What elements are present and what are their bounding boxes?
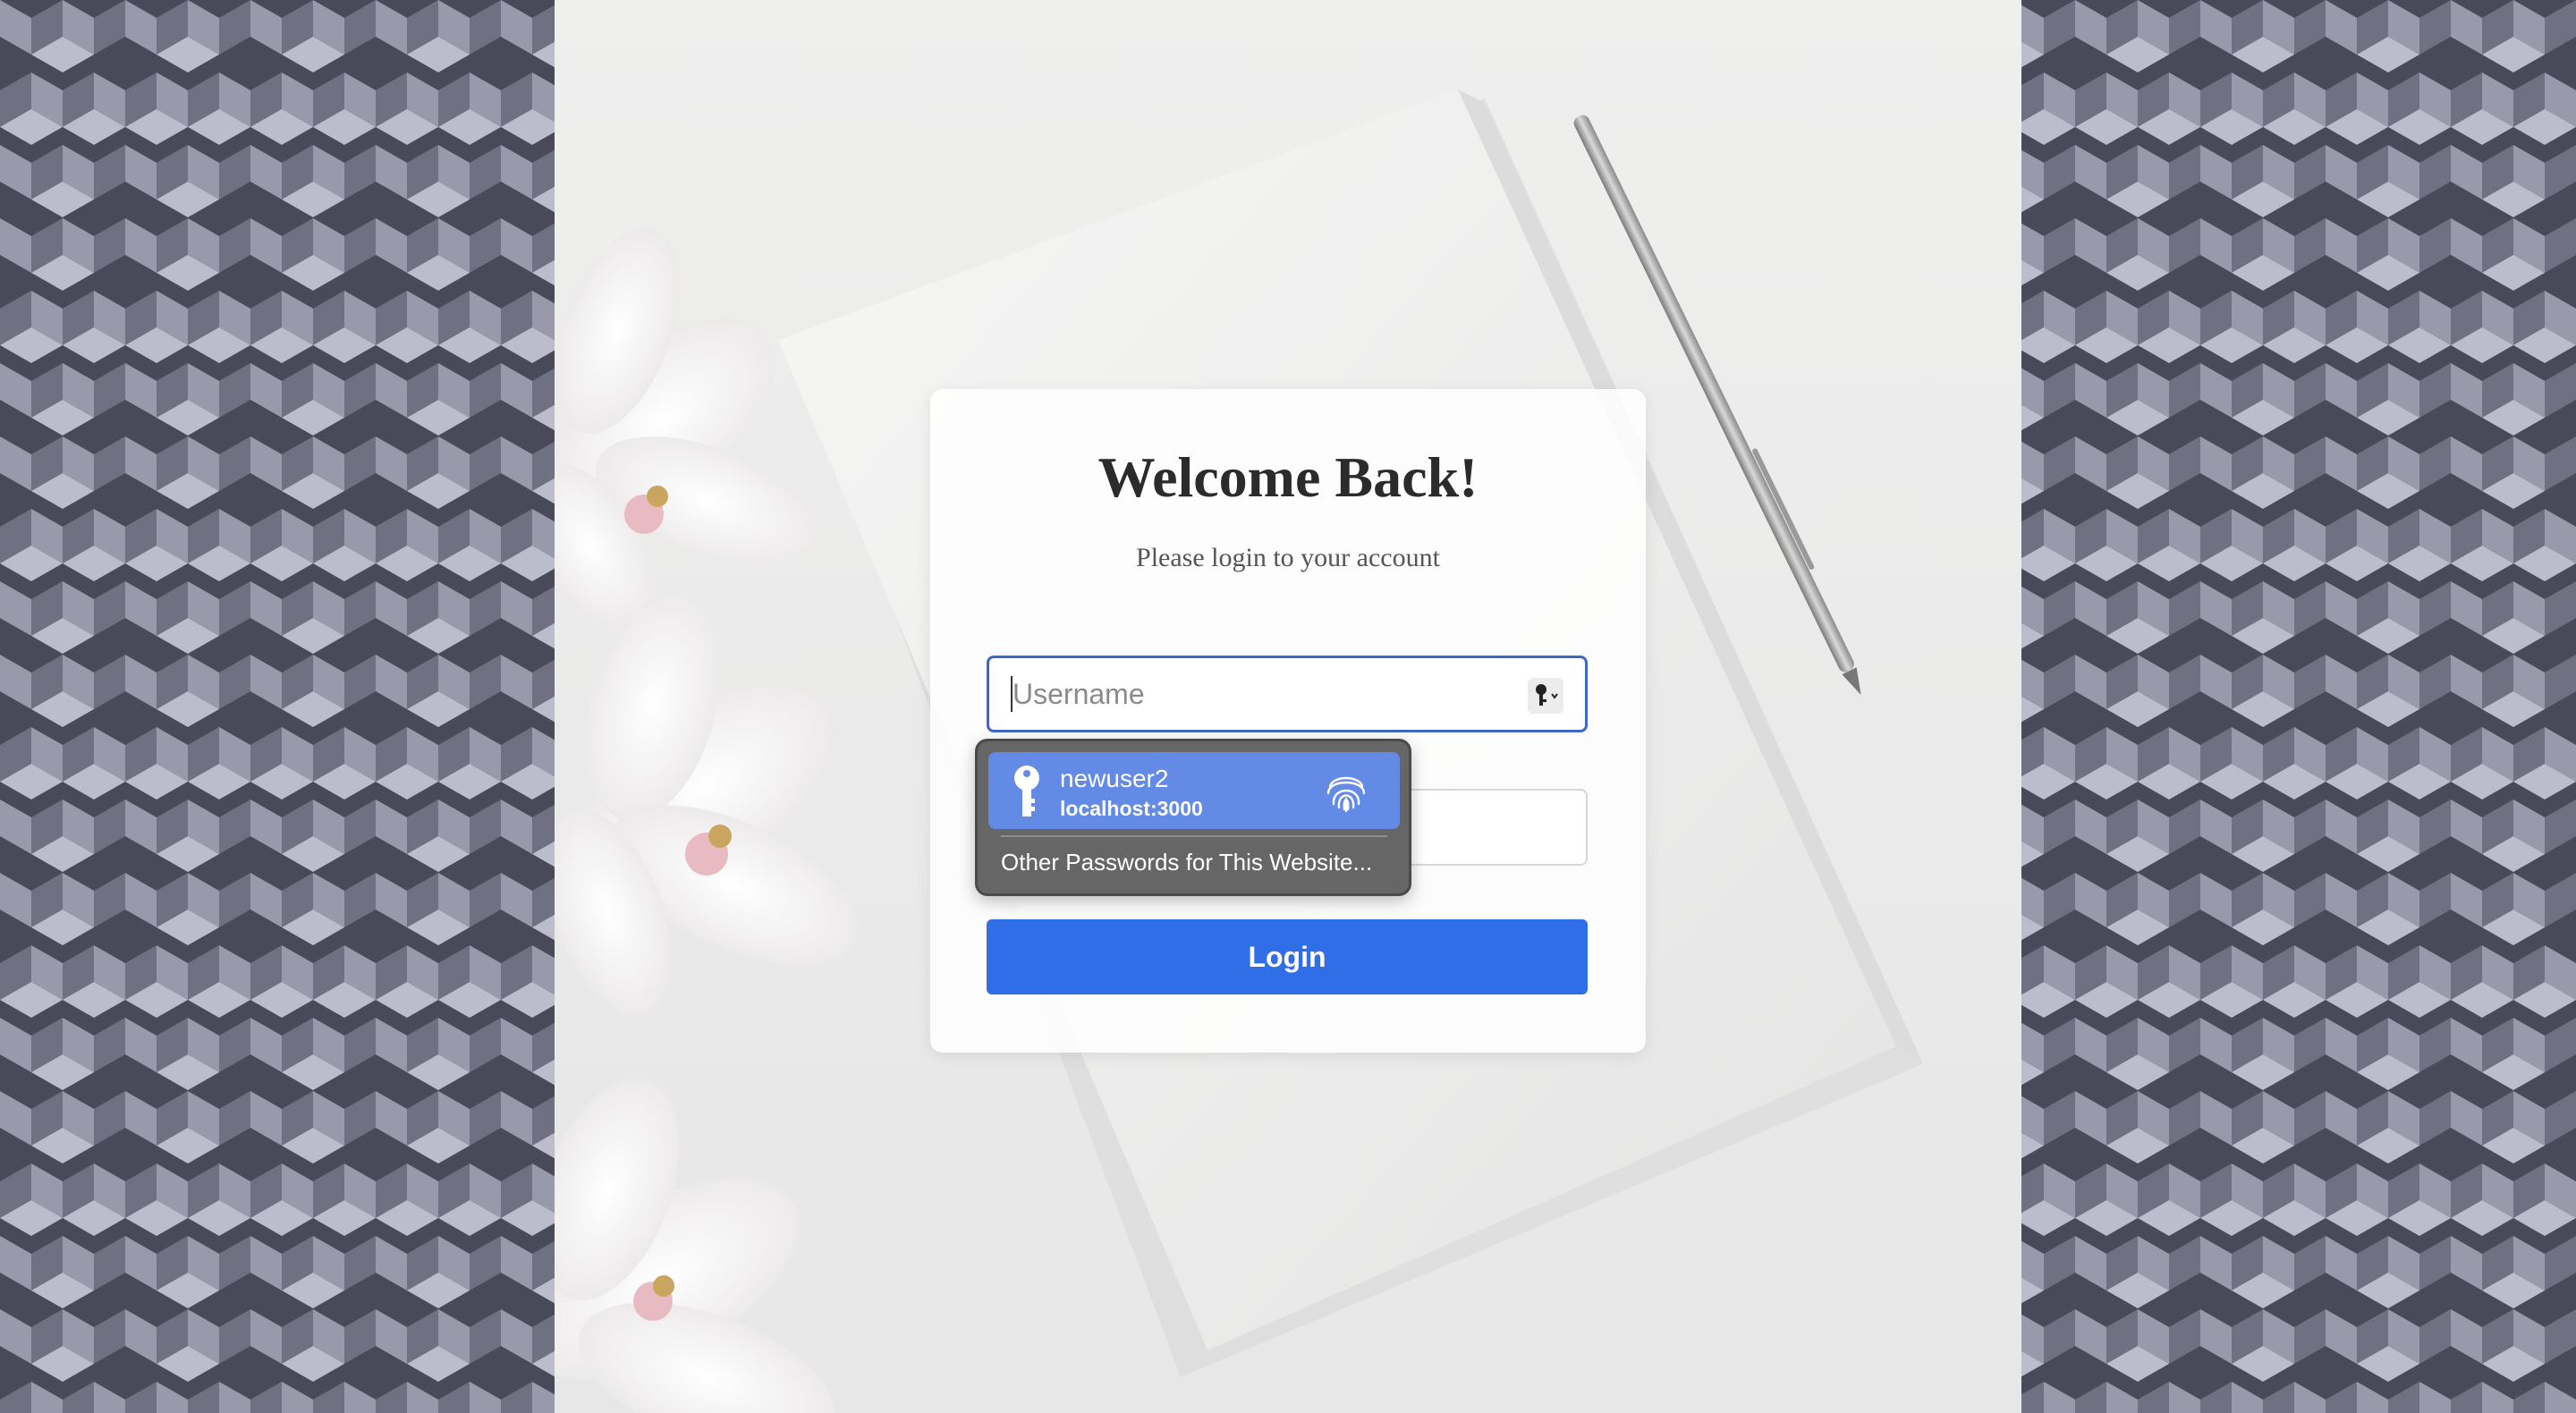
popup-divider <box>1001 835 1387 837</box>
right-background-pattern <box>2021 0 2576 1413</box>
other-passwords-item[interactable]: Other Passwords for This Website... <box>1001 849 1372 876</box>
page-subtitle: Please login to your account <box>1136 543 1440 572</box>
page-title: Welcome Back! <box>1097 445 1479 509</box>
username-placeholder: Username <box>1013 678 1145 710</box>
saved-username: newuser2 <box>1060 765 1169 792</box>
saved-credential-item[interactable]: newuser2 localhost:3000 <box>988 752 1400 829</box>
login-card: Welcome Back! Please login to your accou… <box>930 389 1646 1053</box>
password-autofill-button[interactable] <box>1528 678 1563 714</box>
password-autofill-popup: newuser2 localhost:3000 Other Passwords … <box>975 739 1411 896</box>
saved-site: localhost:3000 <box>1060 797 1203 820</box>
key-icon <box>1012 765 1042 825</box>
login-button[interactable]: Login <box>987 919 1588 994</box>
key-icon <box>1536 684 1558 706</box>
left-background-pattern <box>0 0 555 1413</box>
username-input[interactable]: Username <box>987 656 1588 732</box>
fingerprint-icon <box>1323 768 1369 819</box>
